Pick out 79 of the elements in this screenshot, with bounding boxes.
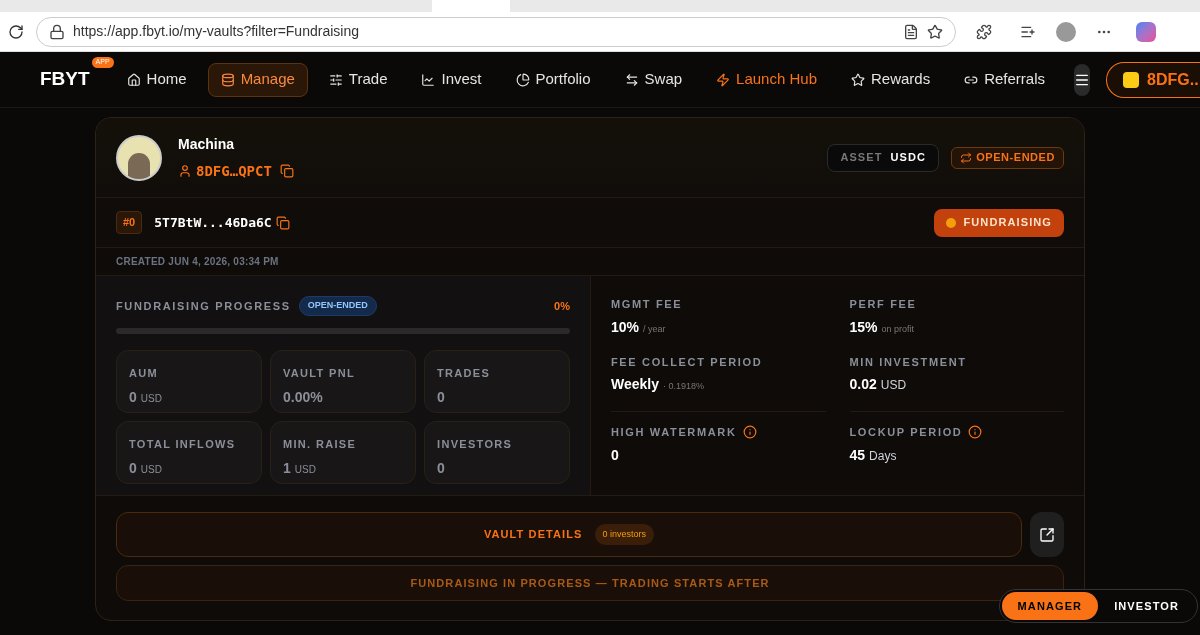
- fee-label: LOCKUP PERIOD: [849, 425, 963, 440]
- user-icon: [178, 164, 192, 178]
- index-badge: #0: [116, 211, 143, 234]
- stat-value: 0: [437, 388, 446, 407]
- house-icon: [126, 72, 141, 87]
- badge-text: OPEN-ENDED: [976, 150, 1055, 166]
- stat-value: 1 USD: [283, 459, 317, 478]
- stat-label: AUM: [129, 365, 159, 381]
- swap-arrows-icon: [624, 72, 639, 87]
- logo-text[interactable]: FBYT: [40, 68, 90, 90]
- fundraising-notice: FUNDRAISING IN PROGRESS — TRADING STARTS AFTER: [116, 565, 1064, 601]
- owner-address: 8DFG…QPCT: [196, 161, 272, 181]
- nav-tab[interactable]: Portfolio: [502, 62, 604, 97]
- favorite-star-icon[interactable]: [927, 23, 943, 40]
- info-icon[interactable]: [968, 425, 983, 440]
- lightning-icon: [716, 72, 731, 87]
- avatar: [116, 134, 162, 181]
- stat-value: 0: [437, 459, 446, 478]
- stat-value: 0 USD: [129, 459, 163, 478]
- stat-label: TOTAL INFLOWS: [129, 436, 237, 452]
- menu-button[interactable]: [1074, 63, 1091, 96]
- url-text: https://app.fbyt.io/my-vaults?filter=Fundraising: [73, 22, 360, 41]
- investors-badge: 0 investors: [594, 523, 655, 546]
- repeat-icon: [960, 151, 973, 164]
- fee-label: MGMT FEE: [611, 297, 683, 312]
- stat-label: TRADES: [437, 365, 492, 381]
- stat-label: MIN. RAISE: [283, 436, 358, 452]
- info-icon[interactable]: [742, 425, 757, 440]
- stat-label: INVESTORS: [437, 436, 514, 452]
- fee-value: 45 Days: [849, 445, 898, 465]
- fee-value: 0.02 USD: [849, 375, 908, 394]
- chart-icon: [421, 72, 436, 87]
- nav-tab[interactable]: Launch Hub: [703, 62, 830, 97]
- reload-icon[interactable]: [8, 23, 24, 40]
- created-date: CREATED JUN 4, 2026, 03:34 PM: [116, 255, 279, 269]
- fee-label: PERF FEE: [849, 297, 917, 312]
- asset-label: ASSET: [840, 150, 883, 166]
- stat-label: VAULT PNL: [283, 365, 356, 381]
- star-icon: [851, 72, 865, 87]
- nav-tab[interactable]: Invest: [408, 62, 495, 97]
- wallet-button[interactable]: 8DFG..: [1106, 61, 1200, 98]
- nav-tab[interactable]: Trade: [315, 62, 401, 97]
- open-external-button[interactable]: [1030, 512, 1064, 557]
- extensions-icon[interactable]: [976, 23, 992, 40]
- nav-tab[interactable]: Rewards: [838, 62, 944, 97]
- fee-value: Weekly · 0.1918%: [611, 375, 706, 394]
- profile-avatar-icon[interactable]: [1056, 21, 1076, 42]
- open-ended-badge: OPEN-ENDED: [298, 296, 377, 316]
- nav-tab[interactable]: Referrals: [951, 62, 1059, 97]
- copy-icon[interactable]: [279, 164, 294, 178]
- nav-tab[interactable]: Home: [113, 62, 200, 97]
- external-link-icon: [1039, 526, 1055, 543]
- reader-icon[interactable]: [903, 23, 919, 40]
- fee-value: 0: [611, 445, 620, 465]
- owner-name: Machina: [178, 134, 235, 154]
- copilot-icon[interactable]: [1136, 21, 1156, 42]
- fee-label: MIN INVESTMENT: [849, 354, 967, 370]
- status-badge: FUNDRAISING: [933, 208, 1064, 237]
- asset-value: USDC: [890, 150, 927, 166]
- pie-chart-icon: [515, 72, 530, 87]
- lock-icon: [49, 23, 65, 40]
- progress-percent: 0%: [554, 298, 570, 314]
- fee-label: HIGH WATERMARK: [611, 425, 737, 440]
- vault-details-button[interactable]: VAULT DETAILS 0 investors: [116, 512, 1022, 557]
- stat-value: 0 USD: [129, 388, 163, 407]
- progress-label: FUNDRAISING PROGRESS: [116, 298, 291, 314]
- nav-tab[interactable]: Manage: [207, 62, 308, 97]
- database-icon: [220, 72, 235, 87]
- wallet-icon: [1123, 71, 1140, 88]
- fee-label: FEE COLLECT PERIOD: [611, 354, 763, 370]
- role-tab[interactable]: INVESTOR: [1098, 592, 1195, 620]
- copy-icon[interactable]: [275, 215, 290, 230]
- fee-value: 10% / year: [611, 317, 667, 337]
- vault-address: 5T7BtW...46Da6C: [154, 213, 272, 232]
- fee-value: 15% on profit: [849, 317, 916, 337]
- role-tab[interactable]: MANAGER: [1001, 592, 1099, 620]
- stat-value: 0.00%: [283, 388, 324, 407]
- nav-tab[interactable]: Swap: [611, 62, 696, 97]
- sliders-icon: [328, 72, 343, 87]
